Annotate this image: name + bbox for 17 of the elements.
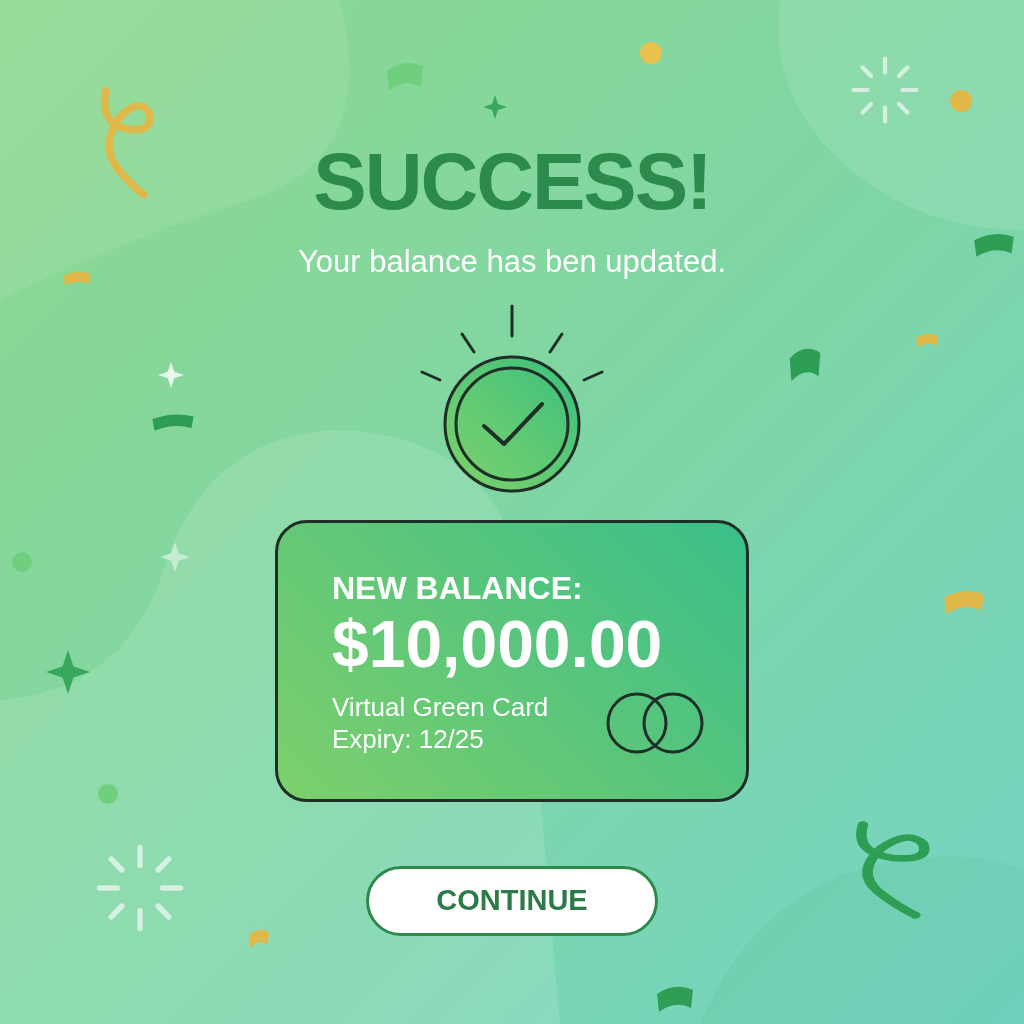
- confetti-dot-icon: [12, 552, 32, 572]
- confetti-dot-icon: [640, 42, 662, 64]
- success-message: Your balance has ben updated.: [297, 244, 727, 280]
- sparkle-icon: [46, 650, 90, 694]
- sparkle-icon: [158, 362, 184, 388]
- sparkle-icon: [483, 95, 507, 119]
- card-expiry: Expiry: 12/25: [332, 723, 485, 755]
- card-name: Virtual Green Card: [332, 691, 549, 723]
- success-title: SUCCESS!: [313, 136, 711, 228]
- continue-button[interactable]: CONTINUE: [366, 866, 658, 936]
- sparkle-icon: [160, 542, 190, 572]
- sparkle-burst-icon: [850, 55, 920, 125]
- balance-amount: $10,000.00: [332, 607, 664, 681]
- balance-label: NEW BALANCE:: [332, 569, 584, 607]
- confetti-dot-icon: [950, 90, 972, 112]
- confetti-dot-icon: [98, 784, 118, 804]
- card-circles-icon: [606, 691, 704, 755]
